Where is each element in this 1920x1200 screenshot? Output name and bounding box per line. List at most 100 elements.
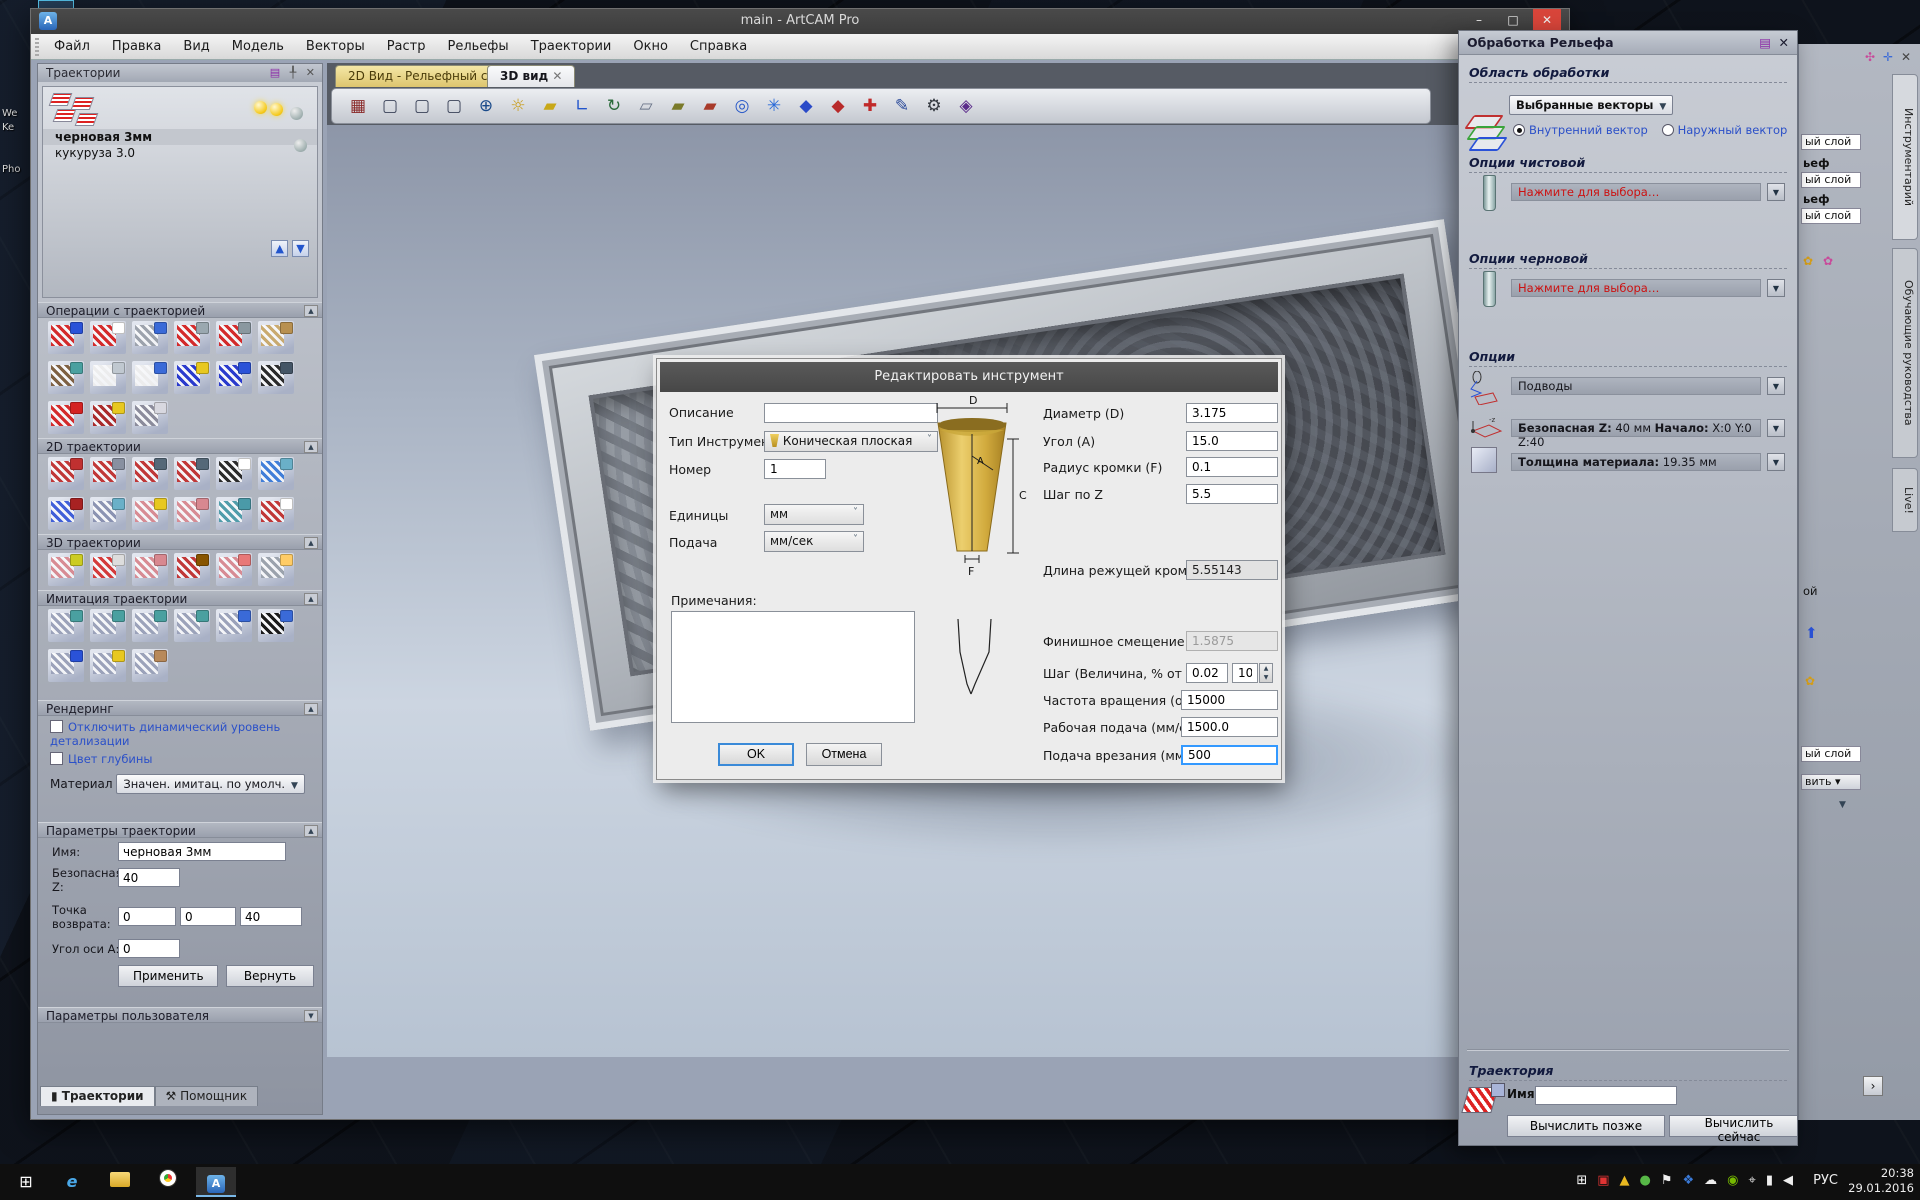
taskbar-ie[interactable]: e (52, 1167, 92, 1197)
stepover-input[interactable] (1186, 663, 1228, 683)
tool-icon-ops2-4[interactable] (174, 361, 210, 394)
radio-inner-vector[interactable]: Внутренний вектор (1513, 123, 1648, 137)
tool-icon-ops1-1[interactable] (48, 321, 84, 354)
tool-icon-d2r2-6[interactable] (258, 497, 294, 530)
checkbox[interactable] (50, 752, 63, 765)
sc-monitor-icon[interactable]: ▣ (1597, 1173, 1609, 1188)
layer-name-fragment[interactable]: ый слой (1801, 746, 1861, 762)
tool-icon-ops2-6[interactable] (258, 361, 294, 394)
tool-icon-d2r1-3[interactable] (132, 457, 168, 490)
tool-icon-d3r1-6[interactable] (258, 553, 294, 586)
clock[interactable]: 20:38 29.01.2016 (1848, 1166, 1914, 1196)
flower-icon[interactable]: ✿ (1823, 254, 1833, 268)
tip-radius-input[interactable] (1186, 457, 1278, 477)
toolpath-visibility-icon[interactable] (294, 139, 307, 152)
axes-origin-icon[interactable]: ∟ (567, 92, 597, 121)
plane-olive-icon[interactable]: ▰ (663, 92, 693, 121)
tool-icon-ops2-3[interactable] (132, 361, 168, 394)
plunge-rate-input[interactable] (1181, 745, 1278, 765)
toolpath-name-input[interactable] (1535, 1086, 1677, 1105)
collapse-icon[interactable]: ▲ (304, 825, 318, 837)
tool-icon-d2r1-6[interactable] (258, 457, 294, 490)
tool-icon-d3r1-3[interactable] (132, 553, 168, 586)
plane-yellow-icon[interactable]: ▰ (535, 92, 565, 121)
calc-later-button[interactable]: Вычислить позже (1507, 1115, 1665, 1137)
menu-item-2[interactable]: Правка (101, 34, 172, 59)
material-dropdown[interactable]: Значен. имитац. по умолч.▼ (116, 774, 305, 794)
iso-view-cube-icon[interactable]: ▦ (343, 92, 373, 121)
close-icon[interactable]: ✕ (1901, 50, 1911, 64)
rough-tool-dropdown-icon[interactable]: ▼ (1767, 279, 1785, 297)
light-off-icon[interactable] (290, 107, 303, 120)
rings-icon[interactable]: ◎ (727, 92, 757, 121)
scroll-right-button[interactable]: › (1863, 1076, 1883, 1096)
tab-3d-view[interactable]: 3D вид ✕ (487, 65, 575, 87)
up-arrow-icon[interactable]: ⬆ (1805, 624, 1818, 642)
diamond-blue-icon[interactable]: ◆ (791, 92, 821, 121)
tool-icon-sim1-2[interactable] (90, 609, 126, 642)
tab-toolpaths[interactable]: ▮ Траектории (40, 1086, 155, 1106)
language-indicator[interactable]: РУС (1813, 1173, 1838, 1188)
tool-icon-d2r2-5[interactable] (216, 497, 252, 530)
radio-icon[interactable] (1513, 124, 1525, 136)
cloud-icon[interactable]: ☁ (1704, 1173, 1717, 1188)
rough-tool-picker[interactable]: Нажмите для выбора… (1511, 279, 1761, 297)
menu-item-10[interactable]: Справка (679, 34, 758, 59)
diamond-multi-icon[interactable]: ◈ (951, 92, 981, 121)
layer-name-fragment[interactable]: ый слой (1801, 134, 1861, 150)
toolpath-item-tool[interactable]: кукуруза 3.0 (43, 145, 317, 161)
tool-icon-d2r2-2[interactable] (90, 497, 126, 530)
move-down-button[interactable]: ▼ (292, 240, 309, 257)
tool-icon-d3r1-5[interactable] (216, 553, 252, 586)
tool-icon-sim2-1[interactable] (48, 649, 84, 682)
feed-rate-input[interactable] (1181, 717, 1278, 737)
section-3d[interactable]: 3D траектории▲ (38, 534, 322, 550)
toolpaths-panel-header[interactable]: Траектории ▤ ╀ ✕ (38, 64, 322, 82)
layer-name-fragment[interactable]: ый слой (1801, 208, 1861, 224)
network-icon[interactable]: ▮ (1766, 1173, 1773, 1188)
menu-item-7[interactable]: Рельефы (437, 34, 520, 59)
section-render[interactable]: Рендеринг▲ (38, 700, 322, 716)
collapse-icon[interactable]: ▲ (304, 305, 318, 317)
revert-button[interactable]: Вернуть (226, 965, 314, 987)
tool-icon-d3r1-2[interactable] (90, 553, 126, 586)
panel-close-icon[interactable]: ✕ (1779, 35, 1789, 50)
spindle-input[interactable] (1181, 690, 1278, 710)
diamond-red-icon[interactable]: ◆ (823, 92, 853, 121)
menu-item-5[interactable]: Векторы (295, 34, 376, 59)
section-user-params[interactable]: Параметры пользователя▼ (38, 1007, 322, 1023)
help-book-icon[interactable]: ▤ (1759, 35, 1771, 50)
snowflake-icon[interactable]: ✳ (759, 92, 789, 121)
cancel-button[interactable]: Отмена (806, 743, 882, 766)
tool-icon-ops3-2[interactable] (90, 401, 126, 434)
tool-icon-d2r2-4[interactable] (174, 497, 210, 530)
units-dropdown[interactable]: мм˅ (764, 504, 864, 525)
tool-icon-ops3-1[interactable] (48, 401, 84, 434)
view-cube-front-icon[interactable]: ▢ (375, 92, 405, 121)
view-cube-side-icon[interactable]: ▢ (407, 92, 437, 121)
taskbar-explorer[interactable] (100, 1167, 140, 1197)
plus-icon[interactable]: ✛ (1883, 50, 1893, 64)
light2-icon[interactable] (270, 103, 283, 116)
tab-live[interactable]: Live! (1892, 468, 1918, 532)
finish-tool-picker[interactable]: Нажмите для выбора… (1511, 183, 1761, 201)
tool-icon-d3r1-4[interactable] (174, 553, 210, 586)
tool-icon-ops2-1[interactable] (48, 361, 84, 394)
tool-icon-ops1-6[interactable] (258, 321, 294, 354)
tool-icon-d2r2-3[interactable] (132, 497, 168, 530)
bluetooth-icon[interactable]: ❖ (1683, 1173, 1695, 1188)
depth-color-checkbox-row[interactable]: Цвет глубины (50, 752, 322, 766)
collapse-icon[interactable]: ▲ (304, 537, 318, 549)
safe-z-bar[interactable]: Безопасная Z: 40 мм Начало: X:0 Y:0 Z:40 (1511, 419, 1761, 437)
return-y-input[interactable] (180, 907, 236, 926)
gdrive-icon[interactable]: ▲ (1620, 1173, 1630, 1188)
taskbar-artcam[interactable]: A (196, 1167, 236, 1197)
title-bar[interactable]: A main - ArtCAM Pro – □ ✕ (31, 9, 1569, 34)
tool-icon-sim2-3[interactable] (132, 649, 168, 682)
thickness-dropdown-icon[interactable]: ▼ (1767, 453, 1785, 471)
light-icon[interactable]: ☼ (503, 92, 533, 121)
toolpath-item-selected[interactable]: черновая 3мм (43, 129, 317, 145)
collapse-icon[interactable]: ▼ (304, 1010, 318, 1022)
radio-outer-vector[interactable]: Наружный вектор (1662, 123, 1788, 137)
menu-item-1[interactable]: Файл (43, 34, 101, 59)
